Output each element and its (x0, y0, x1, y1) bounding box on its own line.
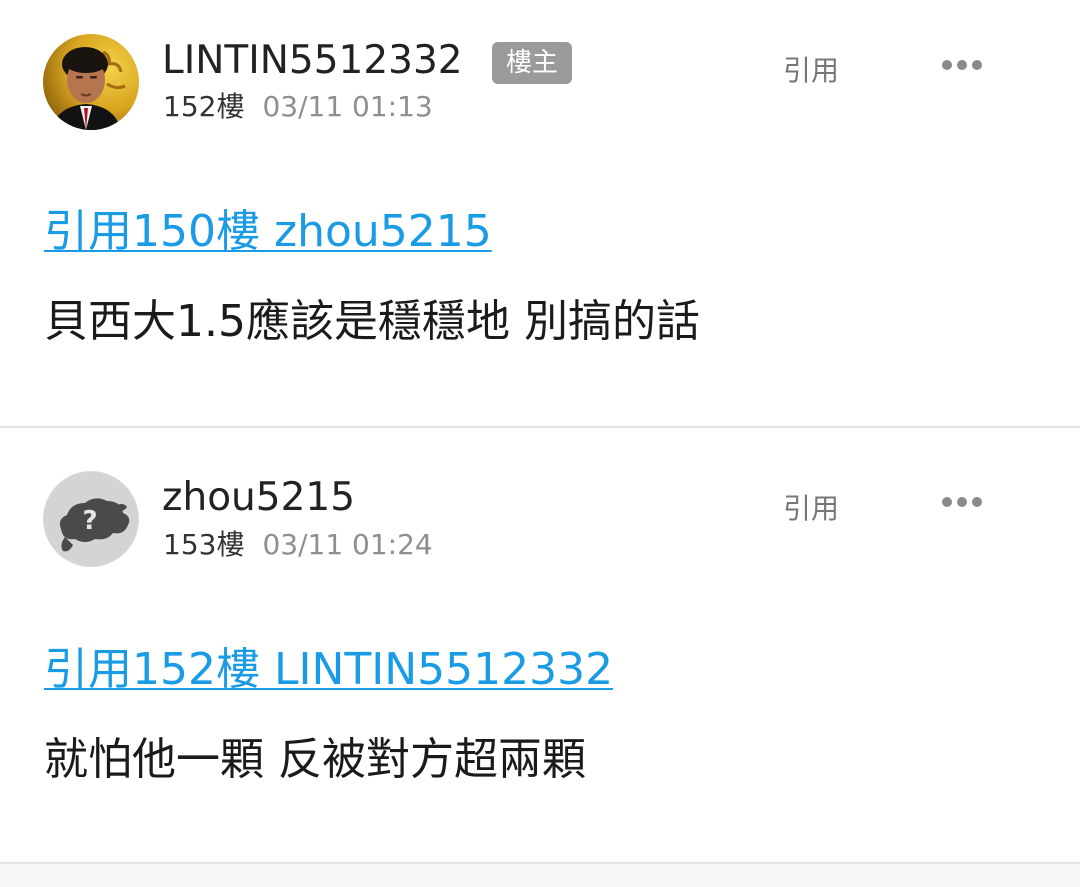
default-avatar-icon: ? (43, 471, 139, 567)
next-post-edge (0, 864, 1080, 887)
post-time: 03/11 01:13 (262, 90, 433, 123)
post-content: 貝西大1.5應該是穩穩地 別搞的話 (44, 296, 700, 347)
quoted-reply-link[interactable]: 引用150樓 zhou5215 (44, 205, 492, 259)
user-avatar[interactable] (43, 34, 139, 130)
floor-number: 153樓 (163, 528, 245, 561)
reply-post: ? zhou5215 153樓 03/11 01:24 引用 引用152樓 LIN… (0, 428, 1080, 862)
user-avatar[interactable]: ? (43, 471, 139, 567)
post-time: 03/11 01:24 (262, 528, 433, 561)
quote-button[interactable]: 引用 (779, 489, 843, 529)
op-badge: 樓主 (492, 42, 572, 84)
post-content: 就怕他一顆 反被對方超兩顆 (44, 734, 586, 785)
post-meta: 153樓 03/11 01:24 (163, 528, 433, 562)
more-horizontal-icon (942, 60, 952, 70)
reply-post: LINTIN5512332 樓主 152樓 03/11 01:13 引用 引用15… (0, 0, 1080, 426)
username[interactable]: zhou5215 (162, 475, 355, 521)
floor-number: 152樓 (163, 90, 245, 123)
avatar-photo (43, 34, 139, 130)
more-horizontal-icon (942, 497, 952, 507)
more-options-button[interactable] (939, 487, 985, 517)
quote-button[interactable]: 引用 (779, 51, 843, 91)
quoted-reply-link[interactable]: 引用152樓 LINTIN5512332 (44, 643, 613, 697)
more-options-button[interactable] (939, 50, 985, 80)
username[interactable]: LINTIN5512332 (162, 38, 463, 84)
reply-feed: LINTIN5512332 樓主 152樓 03/11 01:13 引用 引用15… (0, 0, 1080, 887)
post-meta: 152樓 03/11 01:13 (163, 90, 433, 124)
svg-text:?: ? (82, 506, 97, 536)
